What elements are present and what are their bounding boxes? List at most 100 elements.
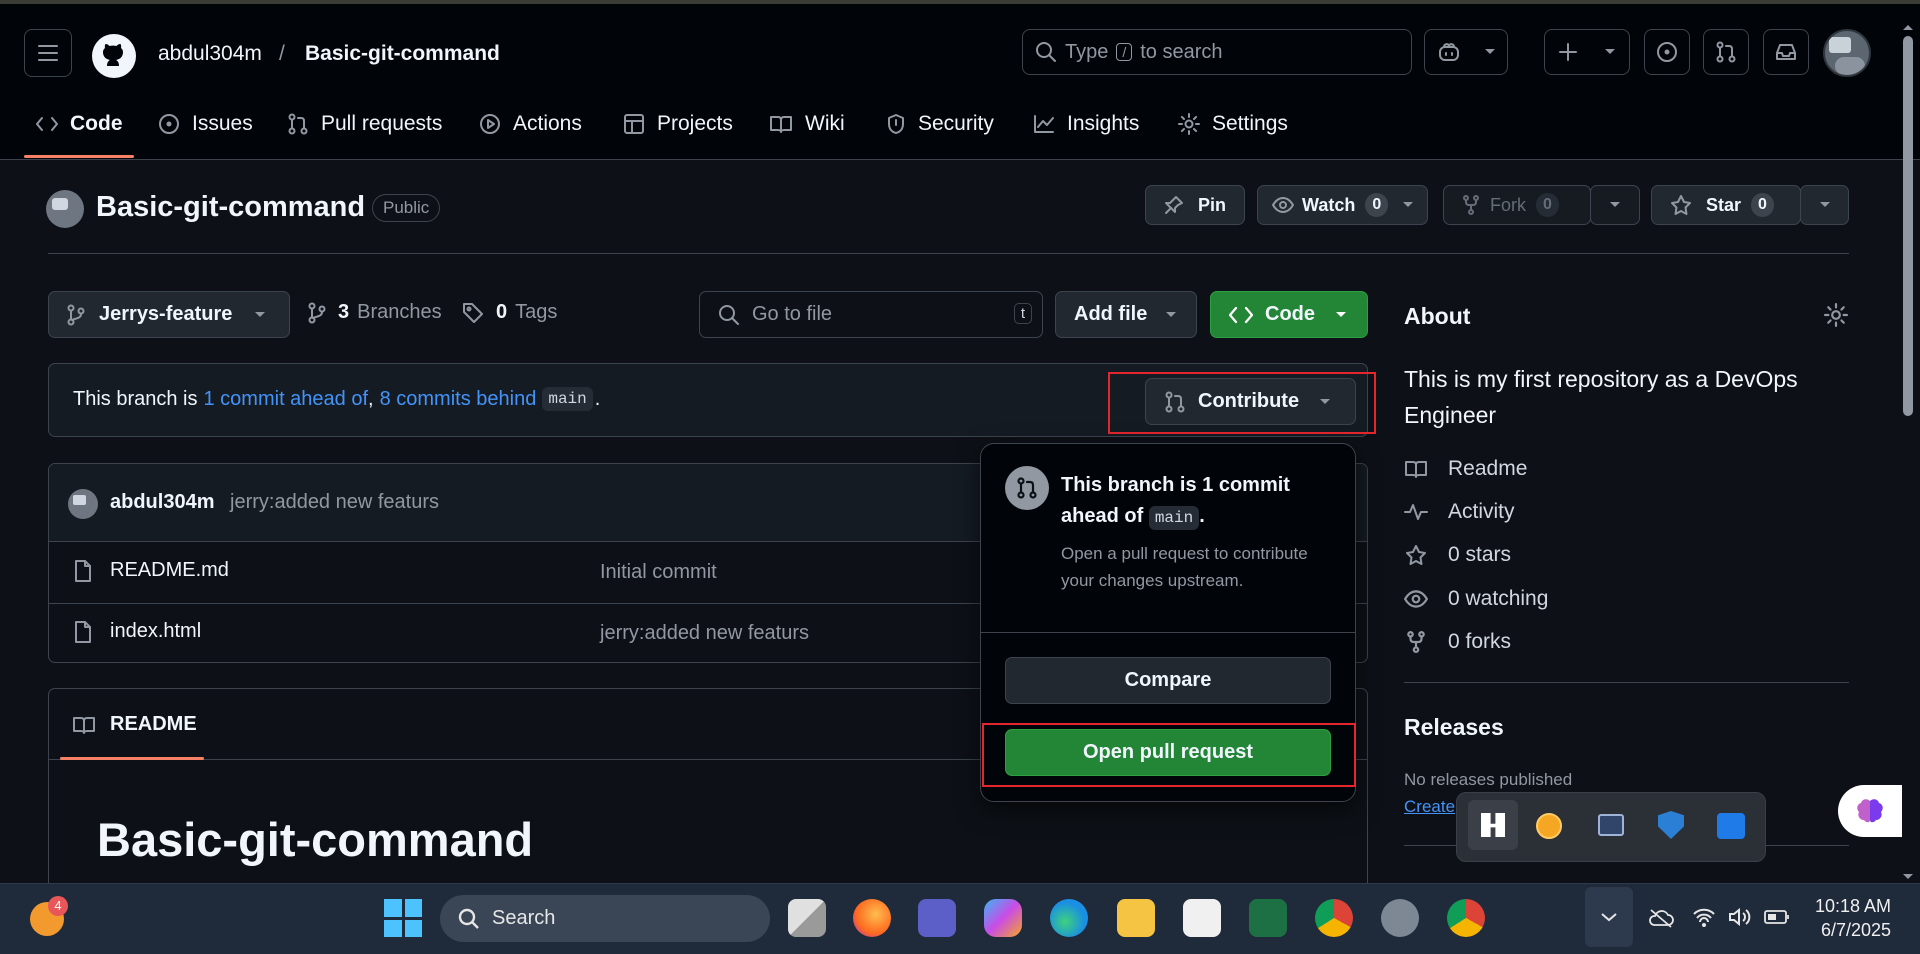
tray-update-icon[interactable] [1536, 813, 1562, 839]
excel-icon[interactable] [1249, 899, 1287, 937]
settings-app-icon[interactable] [1381, 899, 1419, 937]
pin-button[interactable]: Pin [1145, 185, 1245, 225]
issues-button[interactable] [1644, 29, 1690, 75]
gear-icon[interactable] [1824, 303, 1848, 327]
star-icon [1406, 545, 1426, 565]
tab-projects-label: Projects [657, 112, 733, 135]
star-dropdown[interactable] [1800, 185, 1849, 225]
battery-icon[interactable] [1764, 909, 1790, 925]
fork-button[interactable]: Fork 0 [1443, 185, 1591, 225]
firefox-icon[interactable] [853, 899, 891, 937]
tab-security[interactable]: Security [886, 104, 994, 144]
create-release-link[interactable]: Create [1404, 797, 1455, 817]
repo-name-link[interactable]: Basic-git-command [305, 42, 500, 66]
cloud-offline-icon[interactable] [1648, 908, 1674, 928]
teams-icon[interactable] [918, 899, 956, 937]
file-row[interactable]: index.html [74, 620, 201, 643]
commit-message[interactable]: jerry:added new featurs [230, 491, 439, 514]
code-icon [1229, 306, 1253, 323]
search-placeholder-prefix: Type [1065, 40, 1109, 63]
branches-link[interactable]: 3 Branches [308, 301, 442, 324]
star-button[interactable]: Star 0 [1651, 185, 1801, 225]
copilot-button[interactable] [1424, 29, 1508, 75]
tags-link[interactable]: 0 Tags [462, 301, 557, 324]
about-heading: About [1404, 303, 1471, 329]
tab-code[interactable]: Code [36, 104, 123, 144]
commits-behind-link[interactable]: 8 commits behind [380, 388, 537, 411]
wifi-icon[interactable] [1692, 907, 1716, 927]
readme-tab-label: README [110, 713, 197, 735]
tab-issues-label: Issues [192, 112, 253, 135]
tray-audio-icon[interactable] [1717, 813, 1745, 839]
tray-expand-button[interactable] [1585, 887, 1633, 947]
chrome-icon[interactable] [1447, 899, 1485, 937]
readme-tab[interactable]: README [72, 713, 197, 736]
file-commit-message[interactable]: Initial commit [600, 561, 717, 584]
tab-actions[interactable]: Actions [479, 104, 582, 144]
start-button[interactable] [384, 899, 422, 937]
pulse-icon [1404, 504, 1428, 520]
branch-selector[interactable]: Jerrys-feature [48, 291, 290, 338]
user-avatar[interactable] [1823, 29, 1871, 77]
compare-button[interactable]: Compare [1005, 657, 1331, 704]
file-explorer-icon[interactable] [1117, 899, 1155, 937]
edge-icon[interactable] [1050, 899, 1088, 937]
copilot-app-icon[interactable] [984, 899, 1022, 937]
popover-description: Open a pull request to contribute your c… [1061, 544, 1308, 590]
tab-insights-label: Insights [1067, 112, 1140, 135]
tab-settings[interactable]: Settings [1178, 104, 1288, 144]
tab-pull-requests[interactable]: Pull requests [287, 104, 442, 144]
about-forks-label: 0 forks [1448, 630, 1512, 653]
tab-projects[interactable]: Projects [623, 104, 733, 144]
search-icon [719, 304, 739, 325]
tab-issues[interactable]: Issues [158, 104, 253, 144]
about-readme-link[interactable]: Readme [1404, 457, 1527, 481]
about-stars-link[interactable]: 0 stars [1404, 543, 1511, 567]
fork-dropdown[interactable] [1590, 185, 1640, 225]
chrome-icon[interactable] [1315, 899, 1353, 937]
shield-icon [888, 114, 904, 134]
add-file-label: Add file [1074, 303, 1148, 325]
taskbar-time[interactable]: 10:18 AM [1815, 896, 1891, 917]
tab-active-underline [24, 155, 134, 158]
fork-icon [1463, 195, 1479, 215]
taskbar-search[interactable]: Search [440, 895, 770, 942]
global-search-input[interactable]: Type / to search [1022, 29, 1412, 75]
tags-count: 0 [496, 301, 508, 323]
page-scrollbar[interactable] [1900, 22, 1916, 882]
commits-ahead-link[interactable]: 1 commit ahead of [204, 388, 369, 411]
branch-status-comma: , [368, 387, 374, 410]
pull-requests-button[interactable] [1703, 29, 1749, 75]
code-button[interactable]: Code [1210, 291, 1368, 338]
go-to-file-input[interactable]: Go to file t [699, 291, 1043, 338]
code-icon [36, 117, 58, 131]
microsoft-store-icon[interactable] [1183, 899, 1221, 937]
repo-owner-link[interactable]: abdul304m [158, 42, 262, 66]
tab-insights[interactable]: Insights [1033, 104, 1139, 144]
taskbar-date[interactable]: 6/7/2025 [1821, 920, 1891, 941]
releases-heading[interactable]: Releases [1404, 714, 1504, 741]
about-activity-link[interactable]: Activity [1404, 500, 1515, 524]
repo-title[interactable]: Basic-git-command [96, 191, 365, 224]
watch-button[interactable]: Watch 0 [1257, 185, 1428, 225]
file-row[interactable]: README.md [74, 559, 229, 582]
branch-status-prefix: This branch is [73, 387, 198, 410]
volume-icon[interactable] [1728, 907, 1752, 927]
contribute-highlight-box [1108, 372, 1376, 434]
about-watching-link[interactable]: 0 watching [1404, 587, 1548, 611]
menu-button[interactable] [24, 29, 72, 77]
github-logo-icon[interactable] [92, 34, 136, 78]
inbox-button[interactable] [1763, 29, 1809, 75]
tray-display-icon[interactable] [1598, 814, 1624, 836]
task-view-icon[interactable] [788, 899, 826, 937]
code-button-label: Code [1265, 303, 1315, 325]
file-commit-message[interactable]: jerry:added new featurs [600, 622, 809, 645]
create-new-button[interactable] [1544, 29, 1630, 75]
tray-app-icon[interactable] [1468, 800, 1518, 850]
add-file-button[interactable]: Add file [1055, 291, 1197, 338]
commit-author[interactable]: abdul304m [110, 491, 214, 514]
assistant-fab[interactable] [1838, 785, 1902, 837]
scrollbar-thumb[interactable] [1903, 36, 1913, 416]
tab-wiki[interactable]: Wiki [769, 104, 845, 144]
about-forks-link[interactable]: 0 forks [1404, 630, 1511, 654]
